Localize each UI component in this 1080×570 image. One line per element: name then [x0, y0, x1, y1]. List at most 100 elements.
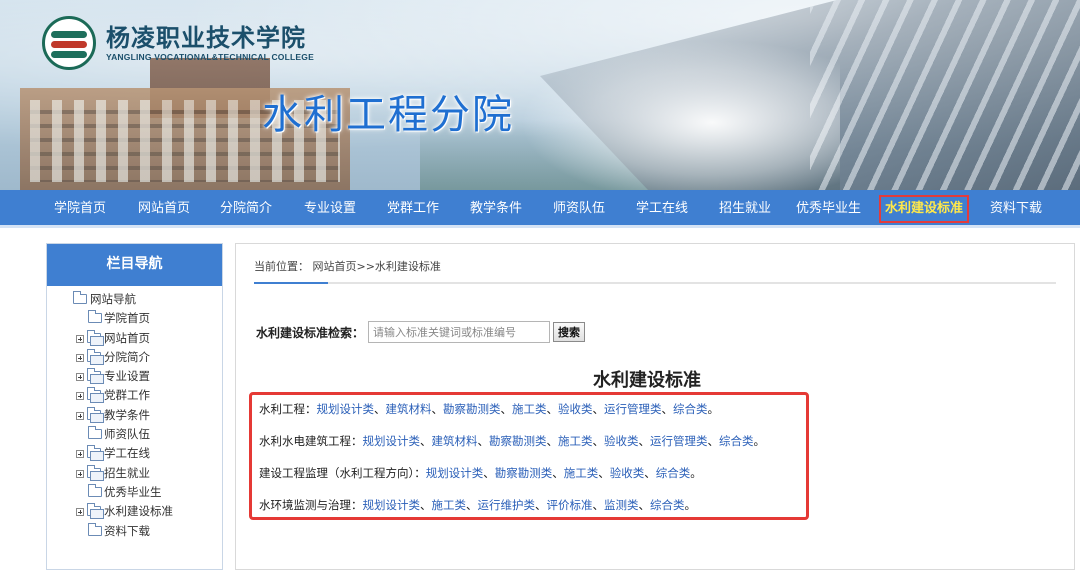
nav-item-downloads[interactable]: 资料下载 — [990, 190, 1042, 228]
sidebar-item-faculty[interactable]: 师资队伍 — [47, 425, 222, 444]
sidebar-tree-root[interactable]: 网站导航 — [47, 290, 222, 309]
standards-link[interactable]: 运行管理类 — [604, 402, 662, 416]
standards-link[interactable]: 勘察勘测类 — [489, 434, 547, 448]
breadcrumb-path[interactable]: 网站首页>>水利建设标准 — [313, 260, 441, 273]
sidebar-item-label: 网站导航 — [90, 292, 136, 306]
sidebar-item-downloads[interactable]: 资料下载 — [47, 522, 222, 541]
standards-link[interactable]: 建筑材料 — [386, 402, 432, 416]
folder-icon — [87, 445, 104, 462]
standards-link[interactable]: 规划设计类 — [426, 466, 484, 480]
sidebar-item-admissions[interactable]: 招生就业 — [47, 464, 222, 483]
standards-link[interactable]: 综合类 — [673, 402, 708, 416]
standards-link[interactable]: 施工类 — [564, 466, 599, 480]
standards-row: 水环境监测与治理：规划设计类、施工类、运行维护类、评价标准、监测类、综合类。 — [259, 498, 696, 512]
standards-link[interactable]: 规划设计类 — [363, 498, 421, 512]
nav-item-majors[interactable]: 专业设置 — [304, 190, 356, 228]
sidebar-item-label: 招生就业 — [104, 465, 150, 480]
standards-link[interactable]: 施工类 — [512, 402, 547, 416]
standards-link[interactable]: 建筑材料 — [432, 434, 478, 448]
expand-plus-icon[interactable] — [76, 353, 84, 362]
sidebar-tree: 网站导航 学院首页 网站首页 分院简介 专业设置 党群工作 教学条件 师资队伍 … — [47, 286, 222, 541]
standards-row: 建设工程监理（水利工程方向）：规划设计类、勘察勘测类、施工类、验收类、综合类。 — [259, 466, 702, 480]
nav-item-party-work[interactable]: 党群工作 — [387, 190, 439, 228]
nav-item-water-standards[interactable]: 水利建设标准 — [879, 195, 970, 223]
folder-icon — [87, 406, 104, 423]
sidebar-item-graduates[interactable]: 优秀毕业生 — [47, 483, 222, 502]
search-button[interactable]: 搜索 — [553, 322, 586, 342]
sidebar-item-about[interactable]: 分院简介 — [47, 348, 222, 367]
expand-plus-icon[interactable] — [76, 411, 84, 420]
sidebar-item-label: 师资队伍 — [104, 427, 150, 442]
sidebar-item-label: 学工在线 — [104, 446, 150, 461]
standards-link[interactable]: 评价标准 — [547, 498, 593, 512]
standards-link[interactable]: 监测类 — [604, 498, 639, 512]
sidebar-item-label: 水利建设标准 — [104, 504, 173, 519]
banner-spray-image — [520, 40, 840, 190]
standards-link[interactable]: 验收类 — [604, 434, 639, 448]
standards-link[interactable]: 验收类 — [610, 466, 645, 480]
folder-icon — [88, 522, 102, 536]
folder-icon — [87, 503, 104, 520]
folder-icon — [88, 483, 102, 497]
search-label: 水利建设标准检索： — [256, 325, 365, 340]
college-name-cn: 杨凌职业技术学院 — [106, 23, 306, 52]
nav-item-faculty[interactable]: 师资队伍 — [553, 190, 605, 228]
main-nav: 学院首页 网站首页 分院简介 专业设置 党群工作 教学条件 师资队伍 学工在线 … — [0, 190, 1080, 228]
standards-category: 建设工程监理（水利工程方向）： — [259, 466, 426, 480]
standards-search: 水利建设标准检索： 搜索 — [256, 321, 586, 343]
nav-item-about[interactable]: 分院简介 — [220, 190, 272, 228]
standards-category: 水利工程： — [259, 402, 317, 416]
expand-plus-icon[interactable] — [76, 469, 84, 478]
expand-plus-icon[interactable] — [76, 373, 84, 382]
standards-link[interactable]: 规划设计类 — [317, 402, 375, 416]
standards-link[interactable]: 运行维护类 — [478, 498, 536, 512]
standards-category: 水环境监测与治理： — [259, 498, 363, 512]
standards-link[interactable]: 运行管理类 — [650, 434, 708, 448]
college-logo[interactable]: 杨凌职业技术学院 YANGLING VOCATIONAL&TECHNICAL C… — [42, 16, 314, 70]
sidebar-item-label: 资料下载 — [104, 523, 150, 538]
standards-category: 水利水电建筑工程： — [259, 434, 363, 448]
sidebar-title: 栏目导航 — [47, 244, 222, 286]
sidebar-item-party-work[interactable]: 党群工作 — [47, 386, 222, 405]
standards-link[interactable]: 施工类 — [432, 498, 467, 512]
folder-icon — [87, 329, 104, 346]
nav-item-graduates[interactable]: 优秀毕业生 — [796, 190, 861, 228]
sidebar-item-label: 优秀毕业生 — [104, 484, 162, 499]
standards-link[interactable]: 施工类 — [558, 434, 593, 448]
page-title: 水利建设标准 — [593, 370, 701, 391]
sidebar-item-teaching[interactable]: 教学条件 — [47, 406, 222, 425]
standards-link[interactable]: 规划设计类 — [363, 434, 421, 448]
nav-item-site-home[interactable]: 网站首页 — [138, 190, 190, 228]
sidebar-item-water-standards[interactable]: 水利建设标准 — [47, 502, 222, 521]
folder-icon — [87, 387, 104, 404]
breadcrumb-prefix: 当前位置： — [254, 260, 309, 273]
standards-link[interactable]: 验收类 — [558, 402, 593, 416]
sidebar-item-site-home[interactable]: 网站首页 — [47, 329, 222, 348]
nav-item-college-home[interactable]: 学院首页 — [54, 190, 106, 228]
folder-icon — [88, 426, 102, 440]
search-input[interactable] — [368, 321, 551, 343]
expand-plus-icon[interactable] — [76, 334, 84, 343]
nav-item-student-affairs[interactable]: 学工在线 — [636, 190, 688, 228]
nav-item-admissions[interactable]: 招生就业 — [719, 190, 771, 228]
sidebar-item-college-home[interactable]: 学院首页 — [47, 309, 222, 328]
expand-plus-icon[interactable] — [76, 450, 84, 459]
open-folder-icon — [73, 291, 87, 304]
nav-item-teaching[interactable]: 教学条件 — [470, 190, 522, 228]
college-name-en: YANGLING VOCATIONAL&TECHNICAL COLLEGE — [106, 52, 314, 62]
standards-row: 水利水电建筑工程：规划设计类、建筑材料、勘察勘测类、施工类、验收类、运行管理类、… — [259, 434, 765, 448]
standards-link[interactable]: 勘察勘测类 — [495, 466, 553, 480]
expand-plus-icon[interactable] — [76, 508, 84, 517]
standards-row: 水利工程：规划设计类、建筑材料、勘察勘测类、施工类、验收类、运行管理类、综合类。 — [259, 402, 719, 416]
header-banner: 杨凌职业技术学院 YANGLING VOCATIONAL&TECHNICAL C… — [0, 0, 1080, 190]
sidebar-item-label: 专业设置 — [104, 369, 150, 384]
folder-icon — [87, 348, 104, 365]
standards-link[interactable]: 综合类 — [719, 434, 754, 448]
standards-link[interactable]: 勘察勘测类 — [443, 402, 501, 416]
standards-link[interactable]: 综合类 — [650, 498, 685, 512]
standards-link[interactable]: 综合类 — [656, 466, 691, 480]
sidebar-item-student-affairs[interactable]: 学工在线 — [47, 444, 222, 463]
sidebar-item-majors[interactable]: 专业设置 — [47, 367, 222, 386]
standards-list: 水利工程：规划设计类、建筑材料、勘察勘测类、施工类、验收类、运行管理类、综合类。… — [249, 392, 809, 520]
expand-plus-icon[interactable] — [76, 392, 84, 401]
